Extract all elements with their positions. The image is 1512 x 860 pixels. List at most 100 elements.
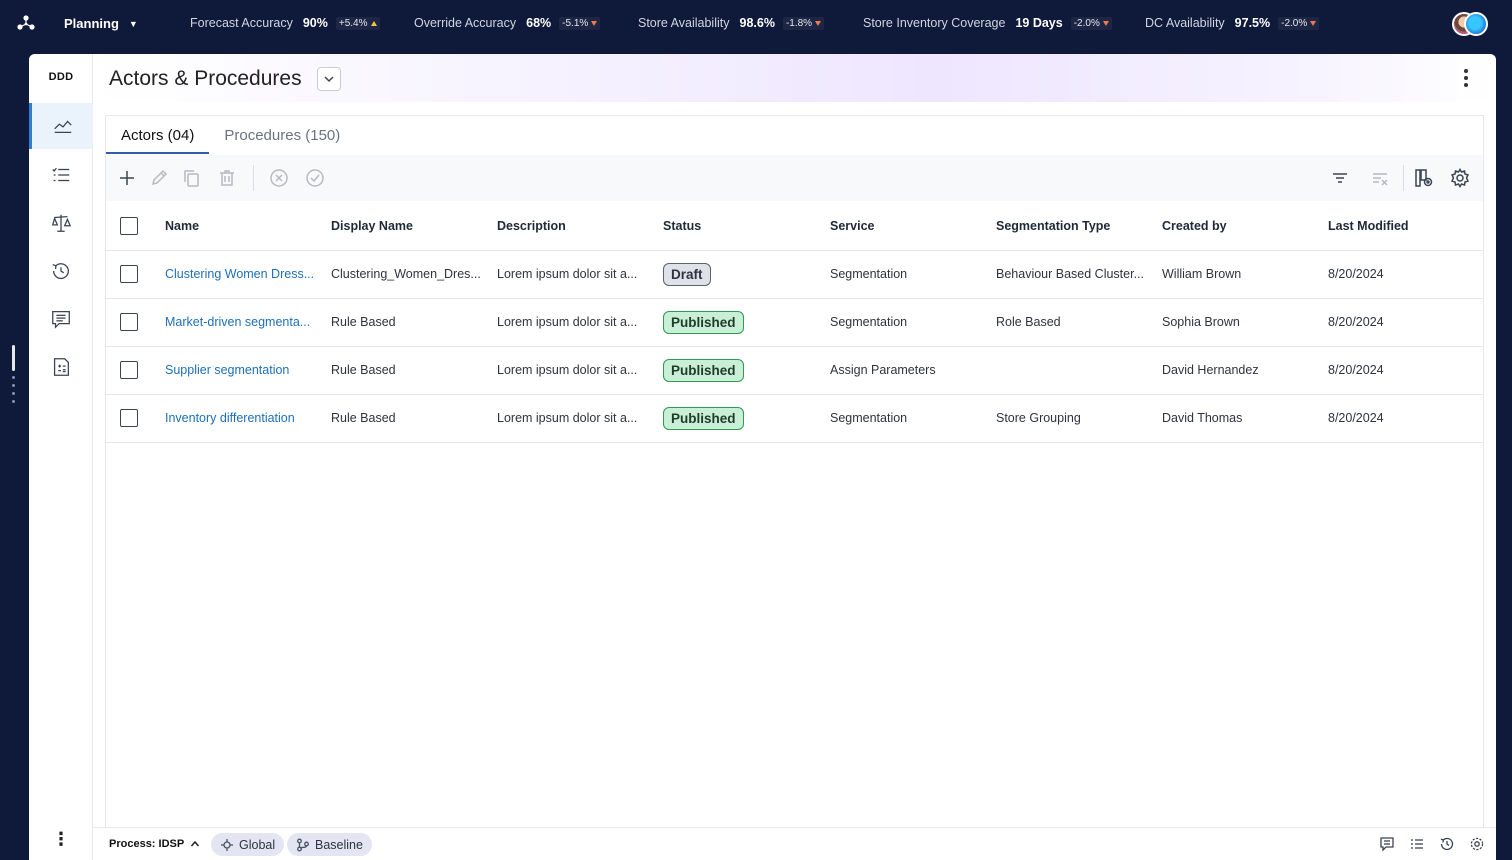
- table-row[interactable]: Market-driven segmenta... Rule Based Lor…: [106, 298, 1483, 347]
- segmentation-type-cell: Behaviour Based Cluster...: [996, 250, 1162, 299]
- kpi-delta: -2.0%: [1070, 16, 1112, 30]
- footer-tasks-button[interactable]: [1409, 836, 1425, 852]
- created-by-cell: William Brown: [1162, 250, 1328, 299]
- column-header[interactable]: Segmentation Type: [996, 202, 1162, 251]
- column-header[interactable]: Service: [830, 202, 996, 251]
- top-bar: Planning ▼ Forecast Accuracy 90% +5.4% O…: [0, 0, 1512, 50]
- nav-item-balance[interactable]: [29, 200, 93, 246]
- row-checkbox[interactable]: [120, 265, 138, 283]
- service-cell: Assign Parameters: [830, 346, 996, 395]
- checklist-icon: [52, 167, 70, 182]
- global-chip[interactable]: Global: [211, 833, 285, 856]
- nav-item-comments[interactable]: [29, 296, 93, 342]
- kpi-store-availability[interactable]: Store Availability 98.6% -1.8%: [638, 16, 825, 30]
- created-by-cell: David Hernandez: [1162, 346, 1328, 395]
- table-row[interactable]: Supplier segmentation Rule Based Lorem i…: [106, 346, 1483, 395]
- reject-button[interactable]: [268, 167, 290, 189]
- column-header[interactable]: Created by: [1162, 202, 1328, 251]
- copy-button[interactable]: [180, 167, 202, 189]
- status-badge: Published: [663, 358, 744, 382]
- process-selector[interactable]: Process: IDSP: [109, 838, 200, 850]
- user-avatars[interactable]: [1452, 12, 1490, 36]
- column-header[interactable]: Status: [663, 202, 830, 251]
- clear-filter-button[interactable]: [1369, 167, 1391, 189]
- kpi-label: Store Inventory Coverage: [863, 16, 1006, 30]
- display-name-cell: Rule Based: [331, 298, 497, 347]
- column-visibility-button[interactable]: [1413, 167, 1435, 189]
- header-more-button[interactable]: [1456, 67, 1476, 89]
- more-icon[interactable]: ⋮: [29, 830, 93, 848]
- table-row[interactable]: Clustering Women Dress... Clustering_Wom…: [106, 250, 1483, 299]
- approve-button[interactable]: [304, 167, 326, 189]
- edit-button[interactable]: [148, 167, 170, 189]
- kpi-delta: +5.4%: [335, 16, 380, 30]
- assistant-avatar[interactable]: [1464, 12, 1488, 36]
- trend-down-icon: [1102, 20, 1109, 26]
- actor-name-link[interactable]: Market-driven segmenta...: [165, 315, 310, 329]
- segmentation-type-cell: Role Based: [996, 298, 1162, 347]
- kpi-label: DC Availability: [1145, 16, 1225, 30]
- nav-item-history[interactable]: [29, 248, 93, 294]
- delete-button[interactable]: [216, 167, 238, 189]
- description-cell: Lorem ipsum dolor sit a...: [497, 298, 663, 347]
- actor-name-link[interactable]: Clustering Women Dress...: [165, 267, 314, 281]
- settings-button[interactable]: [1449, 167, 1471, 189]
- column-header[interactable]: Display Name: [331, 202, 497, 251]
- table-row[interactable]: Inventory differentiation Rule Based Lor…: [106, 394, 1483, 443]
- last-modified-cell: 8/20/2024: [1328, 250, 1483, 299]
- actor-name-link[interactable]: Inventory differentiation: [165, 411, 295, 425]
- actors-table: Name Display Name Description Status Ser…: [106, 202, 1483, 443]
- kpi-value: 97.5%: [1234, 16, 1271, 30]
- table-toolbar: [106, 155, 1483, 201]
- module-label: Planning: [64, 16, 119, 31]
- trash-icon: [220, 170, 234, 186]
- kpi-dc-availability[interactable]: DC Availability 97.5% -2.0%: [1145, 16, 1320, 30]
- history-icon: [52, 263, 69, 280]
- status-footer: Process: IDSP Global Baseline: [93, 827, 1496, 860]
- footer-comments-button[interactable]: [1379, 836, 1395, 852]
- row-checkbox[interactable]: [120, 313, 138, 331]
- footer-settings-button[interactable]: [1469, 836, 1485, 852]
- column-header[interactable]: Name: [165, 202, 331, 251]
- kpi-label: Override Accuracy: [414, 16, 517, 30]
- nav-item-tasks[interactable]: [29, 152, 93, 198]
- gear-icon: [1470, 837, 1484, 851]
- kpi-value: 90%: [302, 16, 328, 30]
- row-checkbox[interactable]: [120, 361, 138, 379]
- nav-item-calculator[interactable]: [29, 344, 93, 390]
- baseline-chip[interactable]: Baseline: [287, 833, 372, 856]
- title-dropdown-button[interactable]: [317, 67, 341, 91]
- comments-icon: [1380, 837, 1394, 852]
- kpi-value: 98.6%: [739, 16, 775, 30]
- segmentation-type-cell: [996, 346, 1162, 395]
- kpi-forecast-accuracy[interactable]: Forecast Accuracy 90% +5.4%: [190, 16, 380, 30]
- tab-actors[interactable]: Actors (04): [106, 116, 210, 154]
- checklist-icon: [1411, 839, 1423, 849]
- tab-procedures[interactable]: Procedures (150): [209, 116, 355, 154]
- kpi-label: Store Availability: [638, 16, 730, 30]
- pencil-icon: [151, 169, 168, 186]
- column-header[interactable]: Description: [497, 202, 663, 251]
- trend-up-icon: [370, 20, 377, 26]
- footer-history-button[interactable]: [1439, 836, 1455, 852]
- drawer-handle[interactable]: [12, 345, 15, 405]
- filter-button[interactable]: [1329, 167, 1351, 189]
- kpi-delta: -1.8%: [782, 16, 825, 30]
- module-switcher[interactable]: Planning ▼: [64, 16, 138, 31]
- status-badge: Published: [663, 406, 744, 430]
- app-logo-icon[interactable]: [16, 14, 36, 34]
- select-all-checkbox[interactable]: [120, 216, 138, 235]
- row-checkbox[interactable]: [120, 409, 138, 427]
- branch-icon: [297, 838, 309, 851]
- column-header[interactable]: Last Modified: [1328, 202, 1483, 251]
- calculator-document-icon: [53, 358, 69, 376]
- clear-filter-icon: [1373, 173, 1388, 186]
- last-modified-cell: 8/20/2024: [1328, 346, 1483, 395]
- kpi-override-accuracy[interactable]: Override Accuracy 68% -5.1%: [414, 16, 601, 30]
- description-cell: Lorem ipsum dolor sit a...: [497, 250, 663, 299]
- display-name-cell: Rule Based: [331, 394, 497, 443]
- nav-item-analytics[interactable]: [29, 103, 93, 149]
- add-button[interactable]: [116, 167, 138, 189]
- kpi-store-inventory-coverage[interactable]: Store Inventory Coverage 19 Days -2.0%: [863, 16, 1112, 30]
- actor-name-link[interactable]: Supplier segmentation: [165, 363, 289, 377]
